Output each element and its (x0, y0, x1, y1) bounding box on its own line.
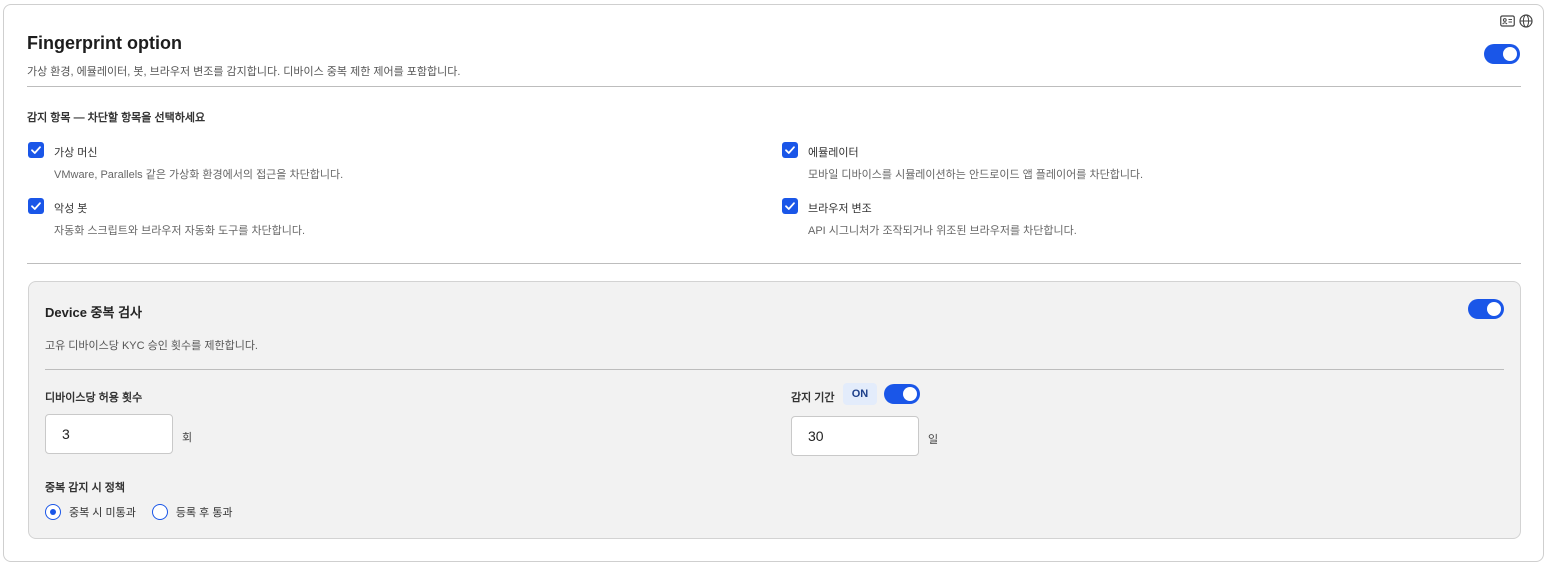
check-icon (31, 146, 41, 154)
header-divider (27, 86, 1521, 87)
period-label: 감지 기간 (791, 392, 835, 404)
policy-radio-label[interactable]: 등록 후 통과 (176, 504, 233, 520)
detect-item-label: 브라우저 변조 (808, 203, 872, 215)
period-input[interactable]: 30 (791, 416, 919, 456)
allow-count-unit: 회 (182, 432, 193, 444)
detect-item-desc: 모바일 디바이스를 시뮬레이션하는 안드로이드 앱 플레이어를 차단합니다. (808, 169, 1144, 181)
items-divider (27, 263, 1521, 264)
device-desc: 고유 디바이스당 KYC 승인 횟수를 제한합니다. (45, 340, 258, 352)
toggle-knob (1487, 302, 1501, 316)
allow-count-input[interactable]: 3 (45, 414, 173, 454)
device-title: Device 중복 검사 (45, 305, 142, 320)
check-icon (31, 202, 41, 210)
toggle-knob (903, 387, 917, 401)
detect-item-label: 에뮬레이터 (808, 147, 859, 159)
id-card-icon[interactable] (1500, 15, 1515, 27)
check-icon (785, 202, 795, 210)
device-duplicate-panel: Device 중복 검사 고유 디바이스당 KYC 승인 횟수를 제한합니다. … (28, 281, 1521, 539)
fingerprint-card: Fingerprint option 가상 환경, 에뮬레이터, 봇, 브라우저… (3, 4, 1544, 562)
fingerprint-title: Fingerprint option (27, 33, 182, 53)
checkbox-browser-tamper[interactable] (782, 198, 798, 214)
device-toggle[interactable] (1468, 299, 1504, 319)
period-toggle[interactable] (884, 384, 920, 404)
check-icon (785, 146, 795, 154)
checkbox-vm[interactable] (28, 142, 44, 158)
fingerprint-toggle[interactable] (1484, 44, 1520, 64)
detect-item-desc: VMware, Parallels 같은 가상화 환경에서의 접근을 차단합니다… (54, 169, 344, 181)
fingerprint-subtitle: 가상 환경, 에뮬레이터, 봇, 브라우저 변조를 감지합니다. 디바이스 중복… (27, 66, 461, 78)
device-divider (45, 369, 1504, 370)
detect-item-desc: 자동화 스크립트와 브라우저 자동화 도구를 차단합니다. (54, 225, 306, 237)
period-unit: 일 (928, 434, 939, 446)
toggle-knob (1503, 47, 1517, 61)
allow-count-label: 디바이스당 허용 횟수 (45, 392, 143, 404)
detect-item-desc: API 시그니처가 조작되거나 위조된 브라우저를 차단합니다. (808, 225, 1077, 237)
detect-item-label: 가상 머신 (54, 147, 98, 159)
policy-radio-group: 중복 시 미통과 등록 후 통과 (45, 504, 249, 520)
period-on-badge: ON (843, 383, 877, 405)
policy-radio-fail[interactable] (45, 504, 61, 520)
policy-label: 중복 감지 시 정책 (45, 482, 126, 494)
globe-icon[interactable] (1519, 14, 1533, 28)
policy-radio-label[interactable]: 중복 시 미통과 (69, 504, 136, 520)
checkbox-emulator[interactable] (782, 142, 798, 158)
detect-item-label: 악성 봇 (54, 203, 88, 215)
checkbox-bot[interactable] (28, 198, 44, 214)
corner-icons (1500, 14, 1533, 28)
detection-label: 감지 항목 — 차단할 항목을 선택하세요 (27, 112, 206, 124)
policy-radio-pass[interactable] (151, 504, 168, 520)
